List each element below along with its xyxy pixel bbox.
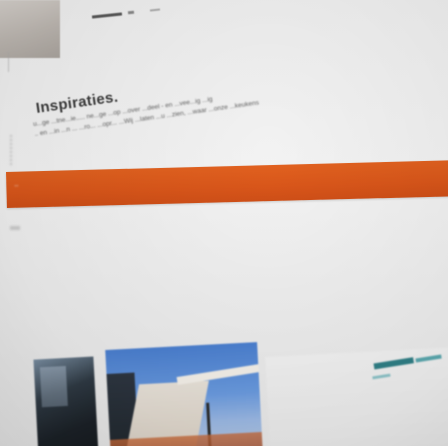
thumbnail-image[interactable] bbox=[33, 356, 99, 446]
top-nav-link[interactable] bbox=[127, 10, 135, 15]
side-decoration bbox=[10, 135, 20, 165]
nav-item[interactable] bbox=[14, 184, 19, 187]
main-navbar bbox=[6, 159, 448, 208]
thumbnail-detail bbox=[372, 373, 391, 380]
thumbnail-detail bbox=[176, 363, 263, 385]
side-decoration bbox=[8, 52, 19, 72]
nav-item[interactable] bbox=[42, 184, 46, 186]
thumbnail-image[interactable] bbox=[265, 347, 448, 446]
top-nav-link[interactable] bbox=[91, 12, 123, 19]
thumbnail-detail bbox=[373, 357, 414, 370]
thumbnail-detail bbox=[39, 365, 68, 408]
nav-items bbox=[14, 183, 74, 187]
nav-item[interactable] bbox=[70, 183, 74, 185]
thumbnail-image[interactable] bbox=[105, 342, 263, 446]
site-logo[interactable] bbox=[0, 0, 60, 58]
top-nav-link[interactable] bbox=[149, 8, 161, 12]
photo-of-screen: Inspiraties. u...ge ...tne...ie..... ne.… bbox=[0, 0, 448, 446]
nav-item[interactable] bbox=[56, 184, 60, 186]
content-divider bbox=[10, 226, 20, 230]
nav-item[interactable] bbox=[28, 184, 32, 186]
thumbnail-detail bbox=[415, 354, 442, 363]
